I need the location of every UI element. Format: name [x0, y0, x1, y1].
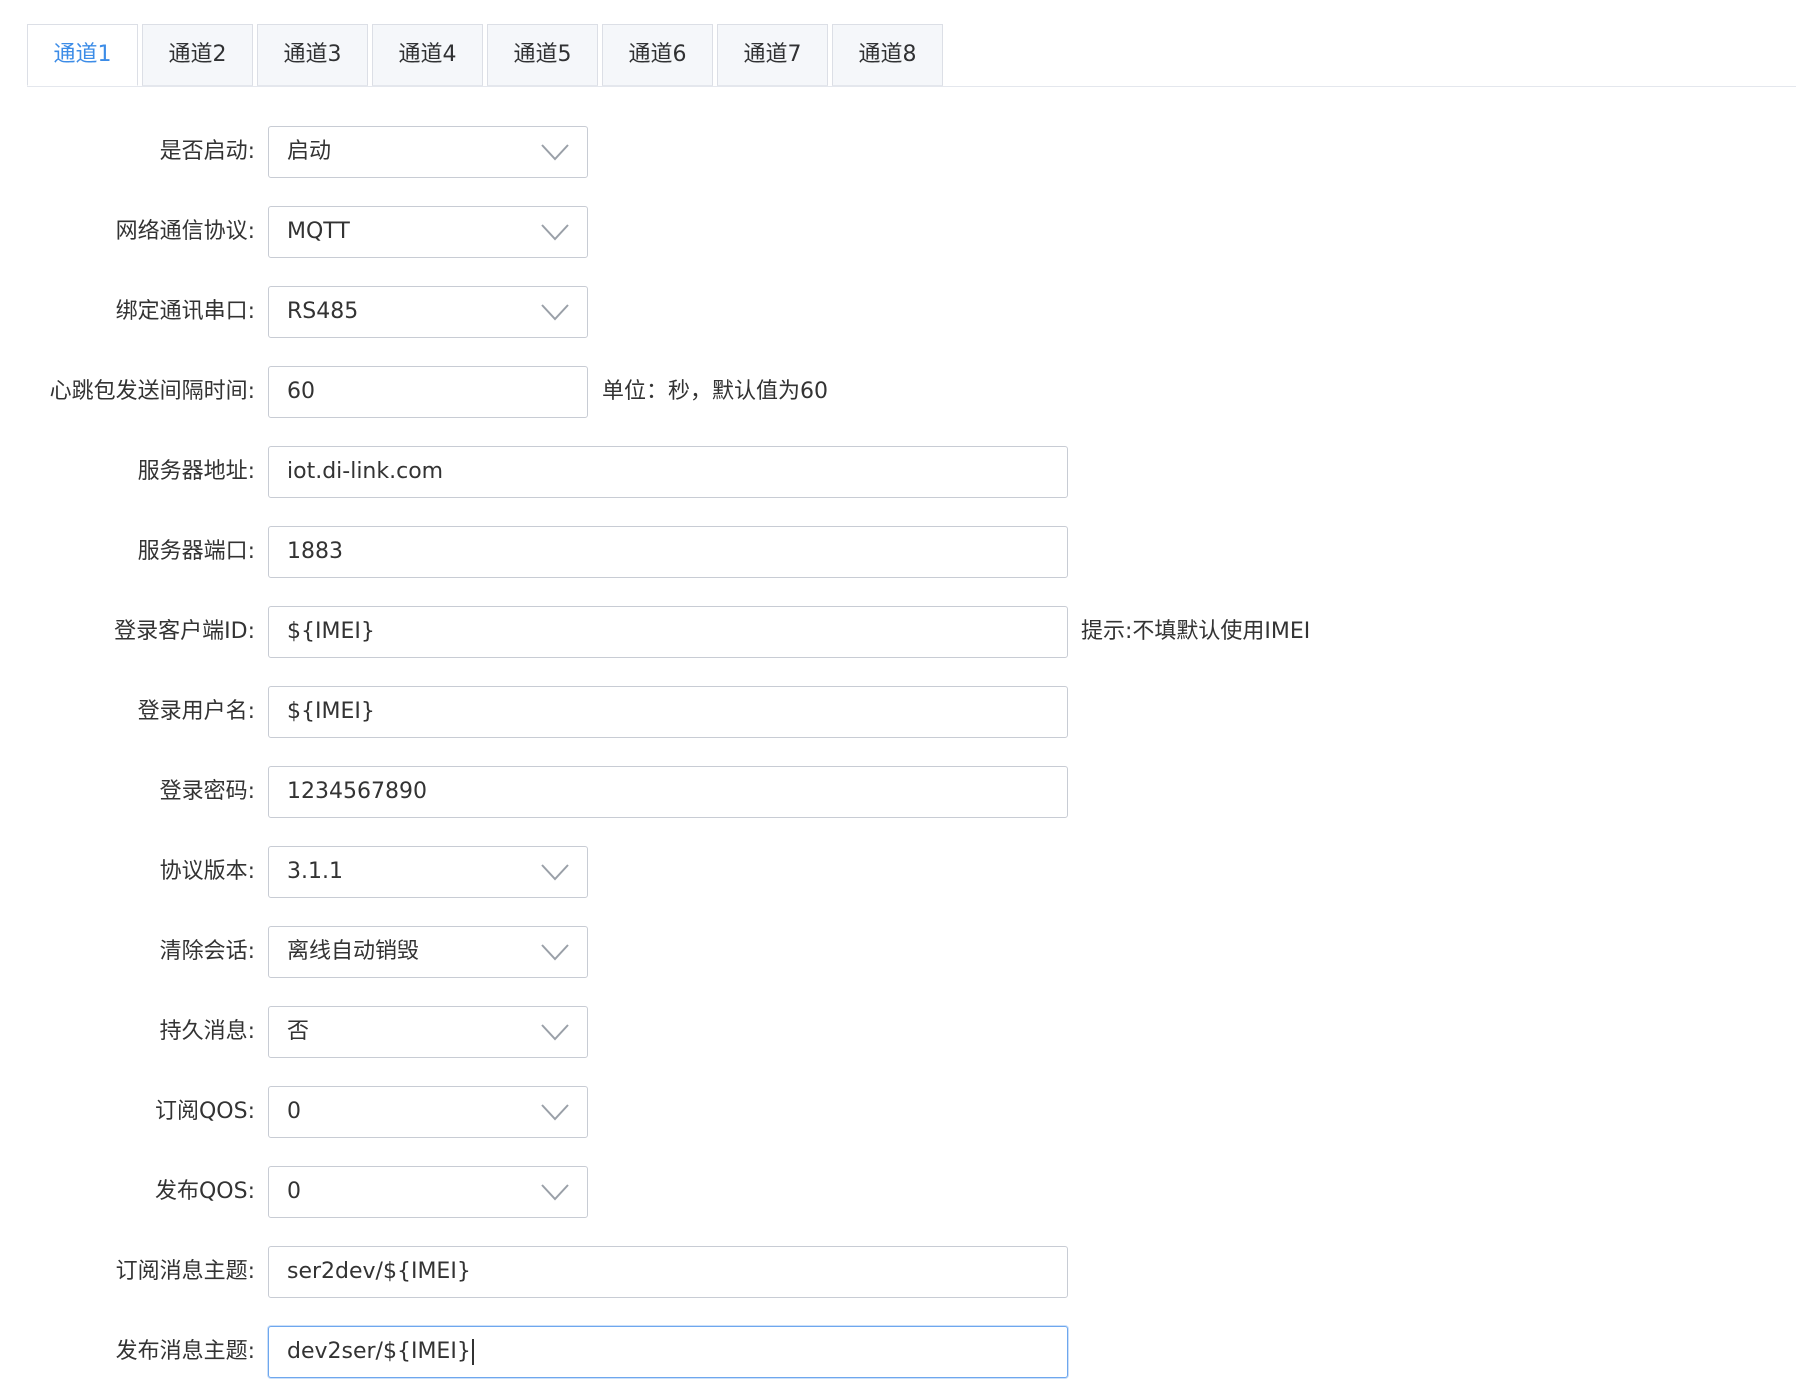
client-id-input[interactable]: ${IMEI} — [268, 606, 1068, 658]
form-row-server-address: 服务器地址: iot.di-link.com — [0, 446, 1796, 498]
username-input[interactable]: ${IMEI} — [268, 686, 1068, 738]
tab-channel-5[interactable]: 通道5 — [487, 24, 598, 86]
form-row-protocol: 网络通信协议: MQTT — [0, 206, 1796, 258]
publish-topic-label: 发布消息主题: — [115, 1339, 255, 1364]
form-row-protocol-version: 协议版本: 3.1.1 — [0, 846, 1796, 898]
subscribe-qos-select-value: 0 — [287, 1099, 301, 1124]
form-row-server-port: 服务器端口: 1883 — [0, 526, 1796, 578]
retain-select[interactable]: 否 — [268, 1006, 588, 1058]
enable-select-value: 启动 — [287, 139, 332, 164]
form-row-publish-topic: 发布消息主题: dev2ser/${IMEI} — [0, 1326, 1796, 1378]
form-row-subscribe-topic: 订阅消息主题: ser2dev/${IMEI} — [0, 1246, 1796, 1298]
client-id-label: 登录客户端ID: — [114, 619, 255, 644]
text-cursor — [471, 1339, 474, 1365]
tab-channel-8[interactable]: 通道8 — [832, 24, 943, 86]
heartbeat-label: 心跳包发送间隔时间: — [49, 379, 255, 404]
form-row-enable: 是否启动: 启动 — [0, 126, 1796, 178]
form-row-password: 登录密码: 1234567890 — [0, 766, 1796, 818]
subscribe-topic-input[interactable]: ser2dev/${IMEI} — [268, 1246, 1068, 1298]
chevron-down-icon — [541, 1104, 569, 1121]
retain-label: 持久消息: — [159, 1019, 255, 1044]
publish-qos-label: 发布QOS: — [154, 1179, 255, 1204]
username-label: 登录用户名: — [137, 699, 255, 724]
form-row-username: 登录用户名: ${IMEI} — [0, 686, 1796, 738]
protocol-select[interactable]: MQTT — [268, 206, 588, 258]
server-address-input-value: iot.di-link.com — [287, 459, 444, 484]
protocol-version-label: 协议版本: — [159, 859, 255, 884]
chevron-down-icon — [541, 944, 569, 961]
serial-port-select-value: RS485 — [287, 299, 359, 324]
tab-channel-1[interactable]: 通道1 — [27, 24, 138, 86]
client-id-input-value: ${IMEI} — [287, 619, 375, 644]
chevron-down-icon — [541, 864, 569, 881]
enable-label: 是否启动: — [159, 139, 255, 164]
form-row-clean-session: 清除会话: 离线自动销毁 — [0, 926, 1796, 978]
publish-topic-input[interactable]: dev2ser/${IMEI} — [268, 1326, 1068, 1378]
server-port-input[interactable]: 1883 — [268, 526, 1068, 578]
tab-channel-2[interactable]: 通道2 — [142, 24, 253, 86]
serial-port-select[interactable]: RS485 — [268, 286, 588, 338]
subscribe-qos-label: 订阅QOS: — [154, 1099, 255, 1124]
clean-session-select-value: 离线自动销毁 — [287, 939, 420, 964]
tab-channel-6[interactable]: 通道6 — [602, 24, 713, 86]
server-address-label: 服务器地址: — [137, 459, 255, 484]
protocol-version-select[interactable]: 3.1.1 — [268, 846, 588, 898]
subscribe-topic-label: 订阅消息主题: — [115, 1259, 255, 1284]
form-row-publish-qos: 发布QOS: 0 — [0, 1166, 1796, 1218]
retain-select-value: 否 — [287, 1019, 310, 1044]
protocol-select-value: MQTT — [287, 219, 350, 244]
chevron-down-icon — [541, 304, 569, 321]
clean-session-select[interactable]: 离线自动销毁 — [268, 926, 588, 978]
form-row-heartbeat: 心跳包发送间隔时间: 60 单位：秒，默认值为60 — [0, 366, 1796, 418]
tab-channel-3[interactable]: 通道3 — [257, 24, 368, 86]
password-label: 登录密码: — [159, 779, 255, 804]
serial-port-label: 绑定通讯串口: — [115, 299, 255, 324]
enable-select[interactable]: 启动 — [268, 126, 588, 178]
heartbeat-input-value: 60 — [287, 379, 315, 404]
password-input-value: 1234567890 — [287, 779, 427, 804]
subscribe-topic-input-value: ser2dev/${IMEI} — [287, 1259, 471, 1284]
server-port-input-value: 1883 — [287, 539, 343, 564]
clean-session-label: 清除会话: — [159, 939, 255, 964]
tab-divider — [27, 86, 1796, 87]
publish-qos-select[interactable]: 0 — [268, 1166, 588, 1218]
form-row-retain: 持久消息: 否 — [0, 1006, 1796, 1058]
protocol-label: 网络通信协议: — [115, 219, 255, 244]
heartbeat-hint: 单位：秒，默认值为60 — [602, 379, 828, 404]
subscribe-qos-select[interactable]: 0 — [268, 1086, 588, 1138]
protocol-version-select-value: 3.1.1 — [287, 859, 343, 884]
password-input[interactable]: 1234567890 — [268, 766, 1068, 818]
chevron-down-icon — [541, 144, 569, 161]
form-row-client-id: 登录客户端ID: ${IMEI} 提示:不填默认使用IMEI — [0, 606, 1796, 658]
publish-topic-input-value: dev2ser/${IMEI} — [287, 1339, 471, 1364]
heartbeat-input[interactable]: 60 — [268, 366, 588, 418]
server-address-input[interactable]: iot.di-link.com — [268, 446, 1068, 498]
tab-channel-4[interactable]: 通道4 — [372, 24, 483, 86]
tab-channel-7[interactable]: 通道7 — [717, 24, 828, 86]
chevron-down-icon — [541, 224, 569, 241]
client-id-hint: 提示:不填默认使用IMEI — [1081, 619, 1311, 644]
chevron-down-icon — [541, 1024, 569, 1041]
username-input-value: ${IMEI} — [287, 699, 375, 724]
form-row-serial-port: 绑定通讯串口: RS485 — [0, 286, 1796, 338]
publish-qos-select-value: 0 — [287, 1179, 301, 1204]
chevron-down-icon — [541, 1184, 569, 1201]
form-row-subscribe-qos: 订阅QOS: 0 — [0, 1086, 1796, 1138]
channel-tabs: 通道1 通道2 通道3 通道4 通道5 通道6 通道7 通道8 — [0, 0, 1796, 88]
server-port-label: 服务器端口: — [137, 539, 255, 564]
